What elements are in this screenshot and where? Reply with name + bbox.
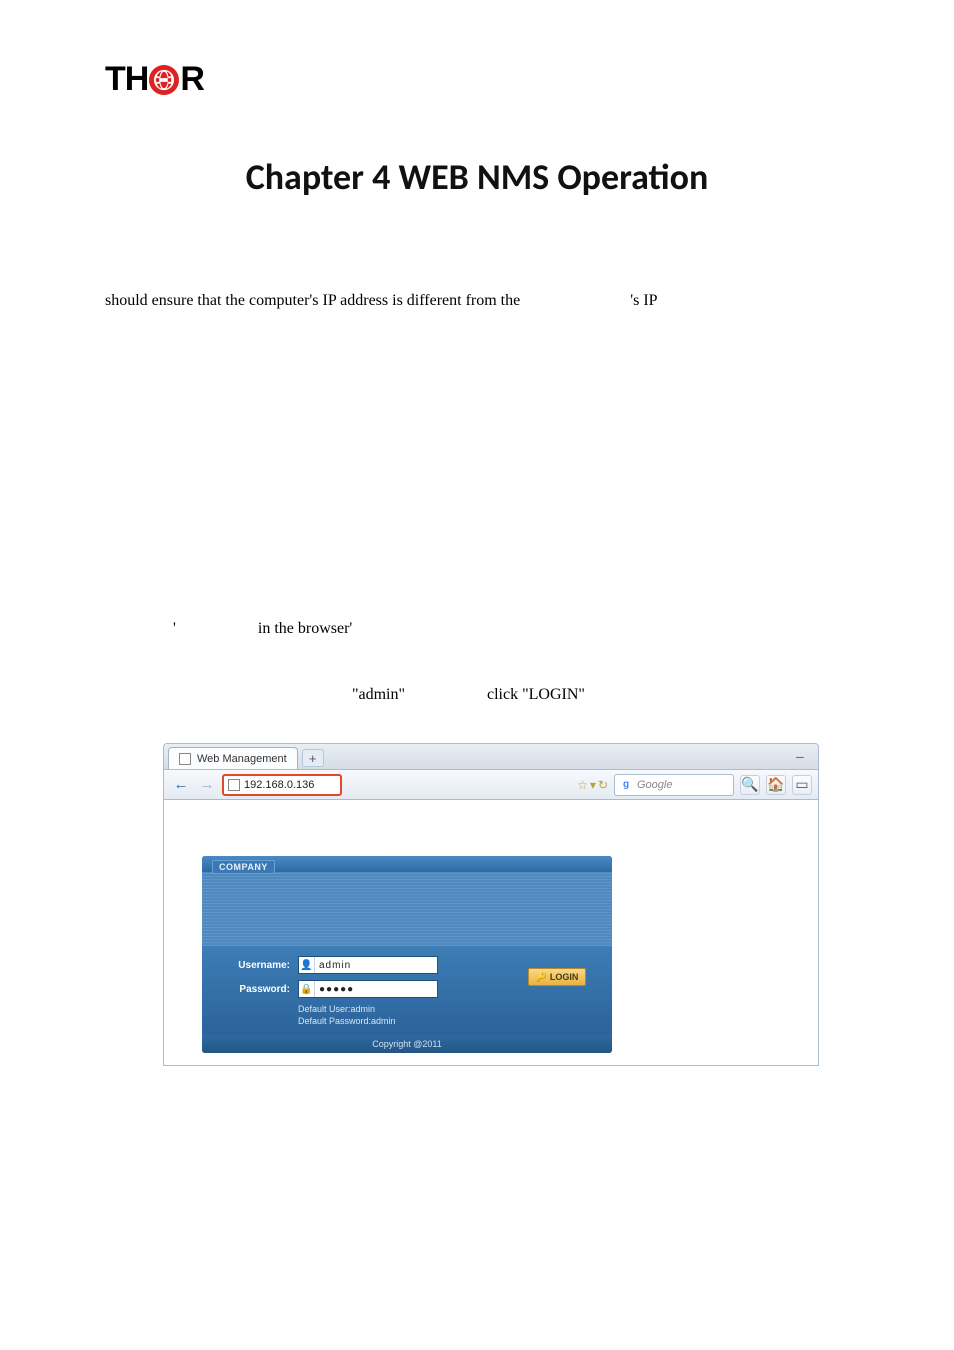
home-button[interactable]: 🏠 bbox=[766, 775, 786, 795]
copyright-text: Copyright @2011 bbox=[372, 1039, 442, 1049]
logo-text-left: TH bbox=[105, 60, 148, 99]
browser-toolbar: ← → 192.168.0.136 ☆ ▾ ↻ g Google 🔍 🏠 bbox=[164, 770, 818, 800]
login-button-label: LOGIN bbox=[550, 972, 579, 982]
reload-icon: ↻ bbox=[598, 778, 608, 792]
password-label: Password: bbox=[220, 984, 290, 995]
logo-globe-icon bbox=[149, 65, 179, 95]
login-panel-banner bbox=[202, 872, 612, 946]
arrow-right-icon: → bbox=[200, 776, 215, 793]
arrow-left-icon: ← bbox=[174, 776, 189, 793]
text-fragment: in the browser' bbox=[258, 620, 352, 637]
brand-logo: TH R bbox=[105, 60, 204, 99]
search-engine-input[interactable]: g Google bbox=[614, 774, 734, 796]
window-minimize-icon[interactable]: – bbox=[796, 748, 812, 760]
menu-button[interactable]: ▭ bbox=[792, 775, 812, 795]
site-identity-icon bbox=[228, 779, 240, 791]
default-password-hint: Default Password:admin bbox=[298, 1016, 594, 1028]
text-fragment: click "LOGIN" bbox=[487, 686, 585, 703]
body-text-line-2: ' in the browser' bbox=[173, 620, 352, 638]
username-value: admin bbox=[315, 960, 351, 971]
lock-icon: 🔒 bbox=[299, 981, 315, 997]
tab-favicon-icon bbox=[179, 753, 191, 765]
tab-title: Web Management bbox=[197, 753, 287, 765]
plus-icon: + bbox=[309, 751, 317, 766]
user-icon: 👤 bbox=[299, 957, 315, 973]
body-text-line-3: "admin" click "LOGIN" bbox=[105, 686, 845, 704]
text-fragment: "admin" bbox=[105, 686, 405, 704]
chevron-down-icon: ▾ bbox=[590, 778, 596, 792]
star-icon: ☆ bbox=[577, 778, 588, 792]
google-icon: g bbox=[619, 778, 633, 792]
browser-tab-bar: Web Management + bbox=[164, 744, 818, 770]
toolbar-right: ☆ ▾ ↻ g Google 🔍 🏠 ▭ bbox=[577, 774, 812, 796]
url-input[interactable]: 192.168.0.136 bbox=[222, 774, 342, 796]
embedded-browser-screenshot: – Web Management + ← → 192.168.0.136 ☆ ▾… bbox=[163, 743, 819, 1066]
bookmark-controls[interactable]: ☆ ▾ ↻ bbox=[577, 778, 608, 792]
home-icon: 🏠 bbox=[767, 776, 784, 793]
magnifier-icon: 🔍 bbox=[741, 776, 758, 793]
login-panel: COMPANY Username: 👤 admin Password: 🔒 ●●… bbox=[202, 856, 612, 1053]
text-fragment: ' bbox=[173, 620, 176, 637]
url-text: 192.168.0.136 bbox=[244, 779, 314, 791]
forward-button[interactable]: → bbox=[196, 774, 218, 796]
text-fragment: 's IP bbox=[630, 292, 657, 309]
username-label: Username: bbox=[220, 960, 290, 971]
company-badge: COMPANY bbox=[212, 860, 275, 874]
body-text-line-1: should ensure that the computer's IP add… bbox=[105, 292, 658, 310]
search-button[interactable]: 🔍 bbox=[740, 775, 760, 795]
login-button[interactable]: 🔑 LOGIN bbox=[528, 968, 586, 986]
login-form: Username: 👤 admin Password: 🔒 ●●●●● 🔑 bbox=[202, 946, 612, 1035]
logo-text-right: R bbox=[180, 60, 204, 99]
username-input[interactable]: 👤 admin bbox=[298, 956, 438, 974]
browser-tab[interactable]: Web Management bbox=[168, 747, 298, 769]
menu-icon: ▭ bbox=[795, 776, 808, 793]
login-footer: Copyright @2011 bbox=[202, 1035, 612, 1053]
new-tab-button[interactable]: + bbox=[302, 749, 324, 767]
page-content: COMPANY Username: 👤 admin Password: 🔒 ●●… bbox=[164, 800, 818, 1065]
password-input[interactable]: 🔒 ●●●●● bbox=[298, 980, 438, 998]
text-fragment: should ensure that the computer's IP add… bbox=[105, 292, 520, 309]
default-user-hint: Default User:admin bbox=[298, 1004, 594, 1016]
search-placeholder: Google bbox=[637, 779, 672, 791]
back-button[interactable]: ← bbox=[170, 774, 192, 796]
key-icon: 🔑 bbox=[536, 972, 547, 983]
password-value: ●●●●● bbox=[315, 984, 354, 995]
chapter-title: Chapter 4 WEB NMS Operation bbox=[0, 155, 954, 199]
